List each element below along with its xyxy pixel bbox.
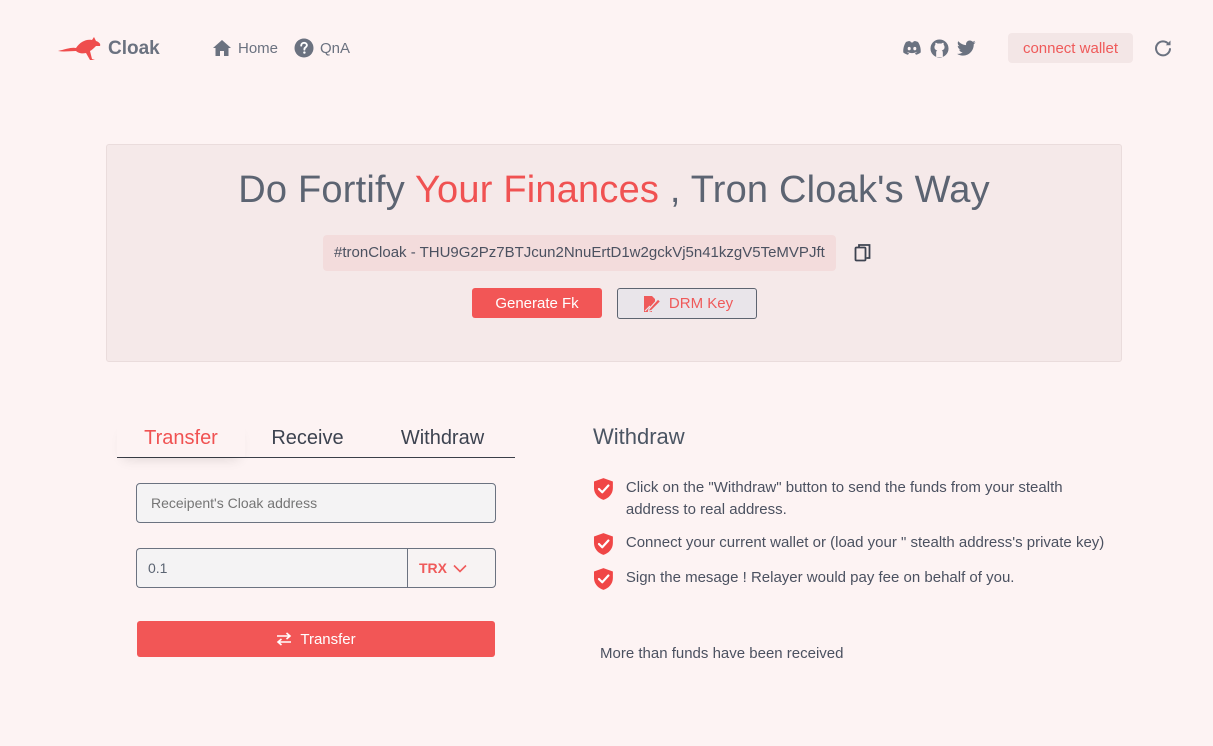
address-row: #tronCloak - THU9G2Pz7BTJcun2NnuErtD1w2g…: [323, 235, 872, 271]
cloak-address: #tronCloak - THU9G2Pz7BTJcun2NnuErtD1w2g…: [323, 235, 836, 271]
drm-key-label: DRM Key: [668, 295, 734, 312]
swap-arrows-icon: [277, 632, 292, 646]
info-item-text: Sign the mesage ! Relayer would pay fee …: [625, 569, 1015, 586]
amount-input[interactable]: [136, 548, 408, 588]
hero-title-accent: Your Finances: [415, 169, 660, 211]
drm-key-button[interactable]: DRM Key: [617, 288, 757, 319]
refresh-icon[interactable]: [1153, 38, 1173, 58]
main-nav: Home QnA: [212, 38, 350, 58]
info-title: Withdraw: [593, 424, 685, 449]
tab-bar: Transfer Receive Withdraw: [117, 420, 515, 458]
home-icon: [213, 40, 231, 56]
info-item: Sign the mesage ! Relayer would pay fee …: [593, 567, 1113, 591]
nav-home[interactable]: Home: [212, 39, 278, 57]
logo[interactable]: Cloak: [56, 35, 160, 63]
token-select-label: TRX: [419, 560, 447, 576]
hero-buttons: Generate Fk DRM Key: [472, 288, 757, 319]
info-item-text: Click on the "Withdraw" button to send t…: [625, 479, 1063, 518]
logo-text: Cloak: [108, 38, 160, 59]
nav-qna-label: QnA: [320, 39, 351, 57]
tab-transfer[interactable]: Transfer: [117, 420, 245, 457]
hero-panel: Do Fortify Your Finances , Tron Cloak's …: [106, 144, 1122, 362]
top-navbar: Cloak Home QnA connect wallet: [0, 0, 1213, 95]
tab-receive[interactable]: Receive: [245, 420, 370, 457]
info-item-text: Connect your current wallet or (load you…: [625, 534, 1105, 551]
twitter-icon[interactable]: [957, 40, 976, 56]
question-icon: [294, 38, 314, 58]
key-edit-icon: [643, 295, 662, 312]
discord-icon[interactable]: [902, 40, 922, 56]
token-select[interactable]: TRX: [407, 548, 496, 588]
nav-home-label: Home: [238, 39, 279, 57]
social-links: [902, 38, 976, 58]
header-actions: connect wallet: [902, 33, 1173, 63]
chevron-down-icon: [453, 564, 467, 573]
connect-wallet-button[interactable]: connect wallet: [1007, 33, 1133, 63]
transfer-submit-label: Transfer: [300, 630, 356, 648]
info-note: More than funds have been received: [600, 645, 844, 662]
generate-fk-button[interactable]: Generate Fk: [472, 288, 602, 318]
info-list: Click on the "Withdraw" button to send t…: [593, 477, 1113, 602]
shield-check-icon: [593, 533, 613, 555]
shield-check-icon: [593, 568, 613, 590]
hero-title-post: , Tron Cloak's Way: [659, 169, 990, 211]
hero-title-pre: Do Fortify: [238, 169, 415, 211]
info-item: Connect your current wallet or (load you…: [593, 532, 1113, 556]
info-item: Click on the "Withdraw" button to send t…: [593, 477, 1113, 521]
transfer-submit-button[interactable]: Transfer: [137, 621, 495, 657]
recipient-address-input[interactable]: [136, 483, 496, 523]
copy-icon[interactable]: [854, 243, 872, 263]
shield-check-icon: [593, 478, 613, 500]
github-icon[interactable]: [930, 38, 949, 58]
hero-title: Do Fortify Your Finances , Tron Cloak's …: [107, 169, 1121, 212]
nav-qna[interactable]: QnA: [294, 38, 350, 58]
kangaroo-icon: [58, 37, 101, 60]
tab-withdraw[interactable]: Withdraw: [370, 420, 515, 457]
